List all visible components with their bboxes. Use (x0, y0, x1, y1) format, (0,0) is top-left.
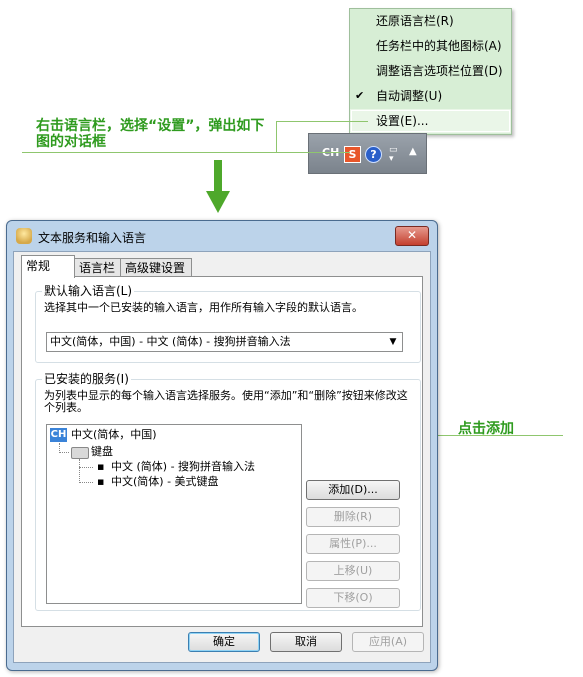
move-up-button[interactable]: 上移(U) (306, 561, 400, 581)
menu-item-label: 自动调整(U) (376, 89, 443, 103)
keyboard-app-icon (16, 228, 32, 244)
close-button[interactable]: ✕ (395, 226, 429, 246)
default-language-select[interactable]: 中文(简体，中国) - 中文 (简体) - 搜狗拼音输入法 ▼ (46, 332, 403, 352)
installed-services-group: 已安装的服务(I) 为列表中显示的每个输入语言选择服务。使用“添加”和“删除”按… (35, 372, 421, 611)
tree-connector (79, 459, 80, 483)
menu-item-additional-icons[interactable]: 任务栏中的其他图标(A) (350, 34, 511, 58)
tab-language-bar[interactable]: 语言栏 (74, 258, 122, 277)
help-icon[interactable]: ? (365, 146, 382, 163)
move-down-button[interactable]: 下移(O) (306, 588, 400, 608)
apply-button[interactable]: 应用(A) (352, 632, 424, 652)
annotation-connector (276, 121, 368, 122)
remove-button[interactable]: 删除(R) (306, 507, 400, 527)
tab-panel-general: 默认输入语言(L) 选择其中一个已安装的输入语言，用作所有输入字段的默认语言。 … (21, 276, 423, 627)
annotation-underline (22, 152, 350, 153)
sogou-ime-icon[interactable]: S (344, 146, 361, 163)
tree-item-sogou-pinyin[interactable]: 中文 (简体) - 搜狗拼音输入法 (111, 460, 255, 474)
menu-item-label: 还原语言栏(R) (376, 14, 454, 28)
tree-item-bullet: ▪ (97, 460, 105, 473)
group-title: 默认输入语言(L) (42, 284, 135, 298)
menu-item-restore-language-bar[interactable]: 还原语言栏(R) (350, 9, 511, 33)
default-input-language-group: 默认输入语言(L) 选择其中一个已安装的输入语言，用作所有输入字段的默认语言。 … (35, 284, 421, 363)
menu-item-auto-adjust[interactable]: ✔ 自动调整(U) (350, 84, 511, 108)
group-description: 选择其中一个已安装的输入语言，用作所有输入字段的默认语言。 (44, 301, 363, 314)
checkmark-icon: ✔ (355, 89, 365, 102)
tab-general[interactable]: 常规 (21, 255, 75, 278)
tree-node-language[interactable]: 中文(简体，中国) (71, 428, 157, 442)
group-title: 已安装的服务(I) (42, 372, 131, 386)
select-value: 中文(简体，中国) - 中文 (简体) - 搜狗拼音输入法 (50, 335, 291, 348)
text-services-dialog: 文本服务和输入语言 ✕ 常规 语言栏 高级键设置 默认输入语言(L) 选择其中一… (6, 220, 438, 671)
tree-connector (59, 452, 69, 453)
menu-item-label: 设置(E)... (376, 114, 429, 128)
tree-connector (79, 482, 93, 483)
language-bar[interactable]: CH S ? ▭ ▾ ▲ (308, 133, 427, 174)
language-bar-context-menu: 还原语言栏(R) 任务栏中的其他图标(A) 调整语言选项栏位置(D) ✔ 自动调… (349, 8, 512, 135)
menu-item-label: 调整语言选项栏位置(D) (376, 64, 503, 78)
tree-node-keyboard[interactable]: 键盘 (91, 445, 113, 459)
tree-connector (79, 467, 93, 468)
annotation-right-click-settings: 右击语言栏，选择“设置”，弹出如下图的对话框 (36, 118, 265, 150)
tree-item-us-keyboard[interactable]: 中文(简体) - 美式键盘 (111, 475, 219, 489)
language-bar-options-icon[interactable]: ▭ ▾ (389, 146, 398, 164)
keyboard-icon (71, 447, 89, 459)
annotation-click-add: 点击添加 (458, 421, 514, 437)
down-arrow-head-icon (206, 191, 230, 213)
annotation-connector (276, 121, 277, 152)
tree-item-bullet: ▪ (97, 475, 105, 488)
menu-item-adjust-position[interactable]: 调整语言选项栏位置(D) (350, 59, 511, 83)
chevron-up-icon[interactable]: ▲ (409, 146, 417, 157)
menu-item-label: 任务栏中的其他图标(A) (376, 39, 502, 53)
cancel-button[interactable]: 取消 (270, 632, 342, 652)
ok-button[interactable]: 确定 (188, 632, 260, 652)
add-button[interactable]: 添加(D)... (306, 480, 400, 500)
tab-advanced-key-settings[interactable]: 高级键设置 (120, 258, 192, 277)
dialog-body: 常规 语言栏 高级键设置 默认输入语言(L) 选择其中一个已安装的输入语言，用作… (13, 251, 431, 663)
dialog-title: 文本服务和输入语言 (38, 231, 147, 245)
language-badge: CH (50, 428, 67, 442)
properties-button[interactable]: 属性(P)... (306, 534, 400, 554)
chevron-down-icon: ▼ (389, 337, 397, 347)
installed-services-tree[interactable]: CH 中文(简体，中国) 键盘 ▪ 中文 (简体) - 搜狗拼音输入法 ▪ 中文… (46, 424, 302, 604)
down-arrow-icon (214, 160, 222, 192)
menu-item-settings[interactable]: 设置(E)... (350, 109, 511, 133)
group-description: 为列表中显示的每个输入语言选择服务。使用“添加”和“删除”按钮来修改这个列表。 (44, 389, 408, 414)
